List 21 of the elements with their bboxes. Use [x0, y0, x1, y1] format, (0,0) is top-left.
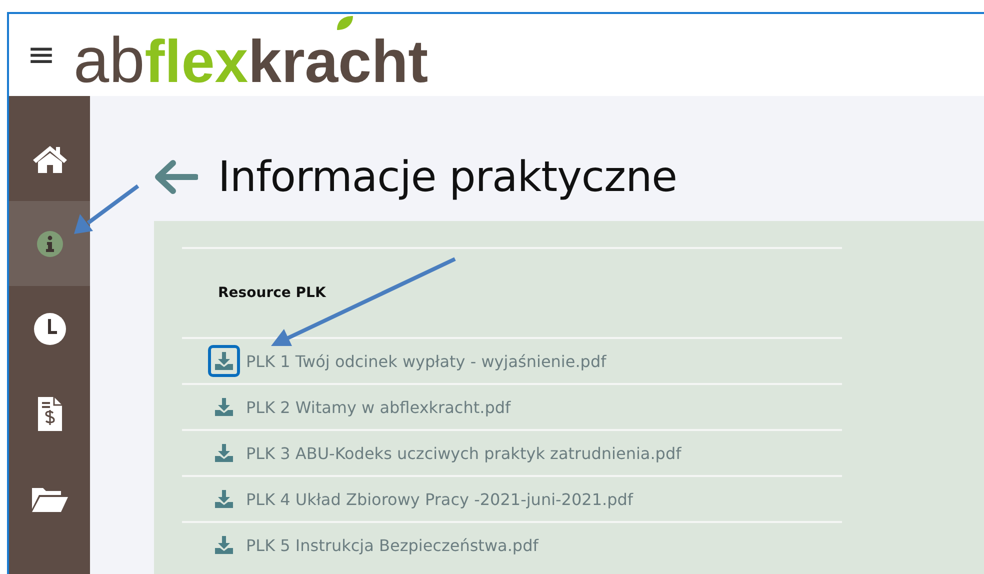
back-button[interactable] [154, 160, 198, 194]
download-icon [214, 397, 234, 417]
file-link[interactable]: PLK 5 Instrukcja Bezpieczeństwa.pdf [246, 536, 538, 554]
page-title: Informacje praktyczne [218, 152, 678, 201]
download-button[interactable] [208, 345, 240, 377]
clock-icon [32, 312, 66, 346]
annotation-arrow [74, 184, 140, 234]
home-icon [32, 144, 68, 174]
file-link[interactable]: PLK 3 ABU-Kodeks uczciwych praktyk zatrudnienia.pdf [246, 444, 682, 462]
file-link[interactable]: PLK 4 Układ Zbiorowy Pracy -2021-juni-2021.pdf [246, 490, 634, 508]
section-heading: Resource PLK [218, 285, 326, 301]
invoice-icon [36, 396, 62, 432]
download-icon [214, 443, 234, 463]
menu-button[interactable]: ≡ [27, 38, 56, 72]
download-icon [214, 351, 234, 371]
file-link[interactable]: PLK 1 Twój odcinek wypłaty - wyjaśnienie.pdf [246, 352, 606, 370]
info-icon [36, 230, 64, 258]
logo: abflexkracht [74, 14, 428, 96]
download-icon [214, 535, 234, 555]
file-link[interactable]: PLK 2 Witamy w abflexkracht.pdf [246, 398, 511, 416]
download-icon [214, 489, 234, 509]
